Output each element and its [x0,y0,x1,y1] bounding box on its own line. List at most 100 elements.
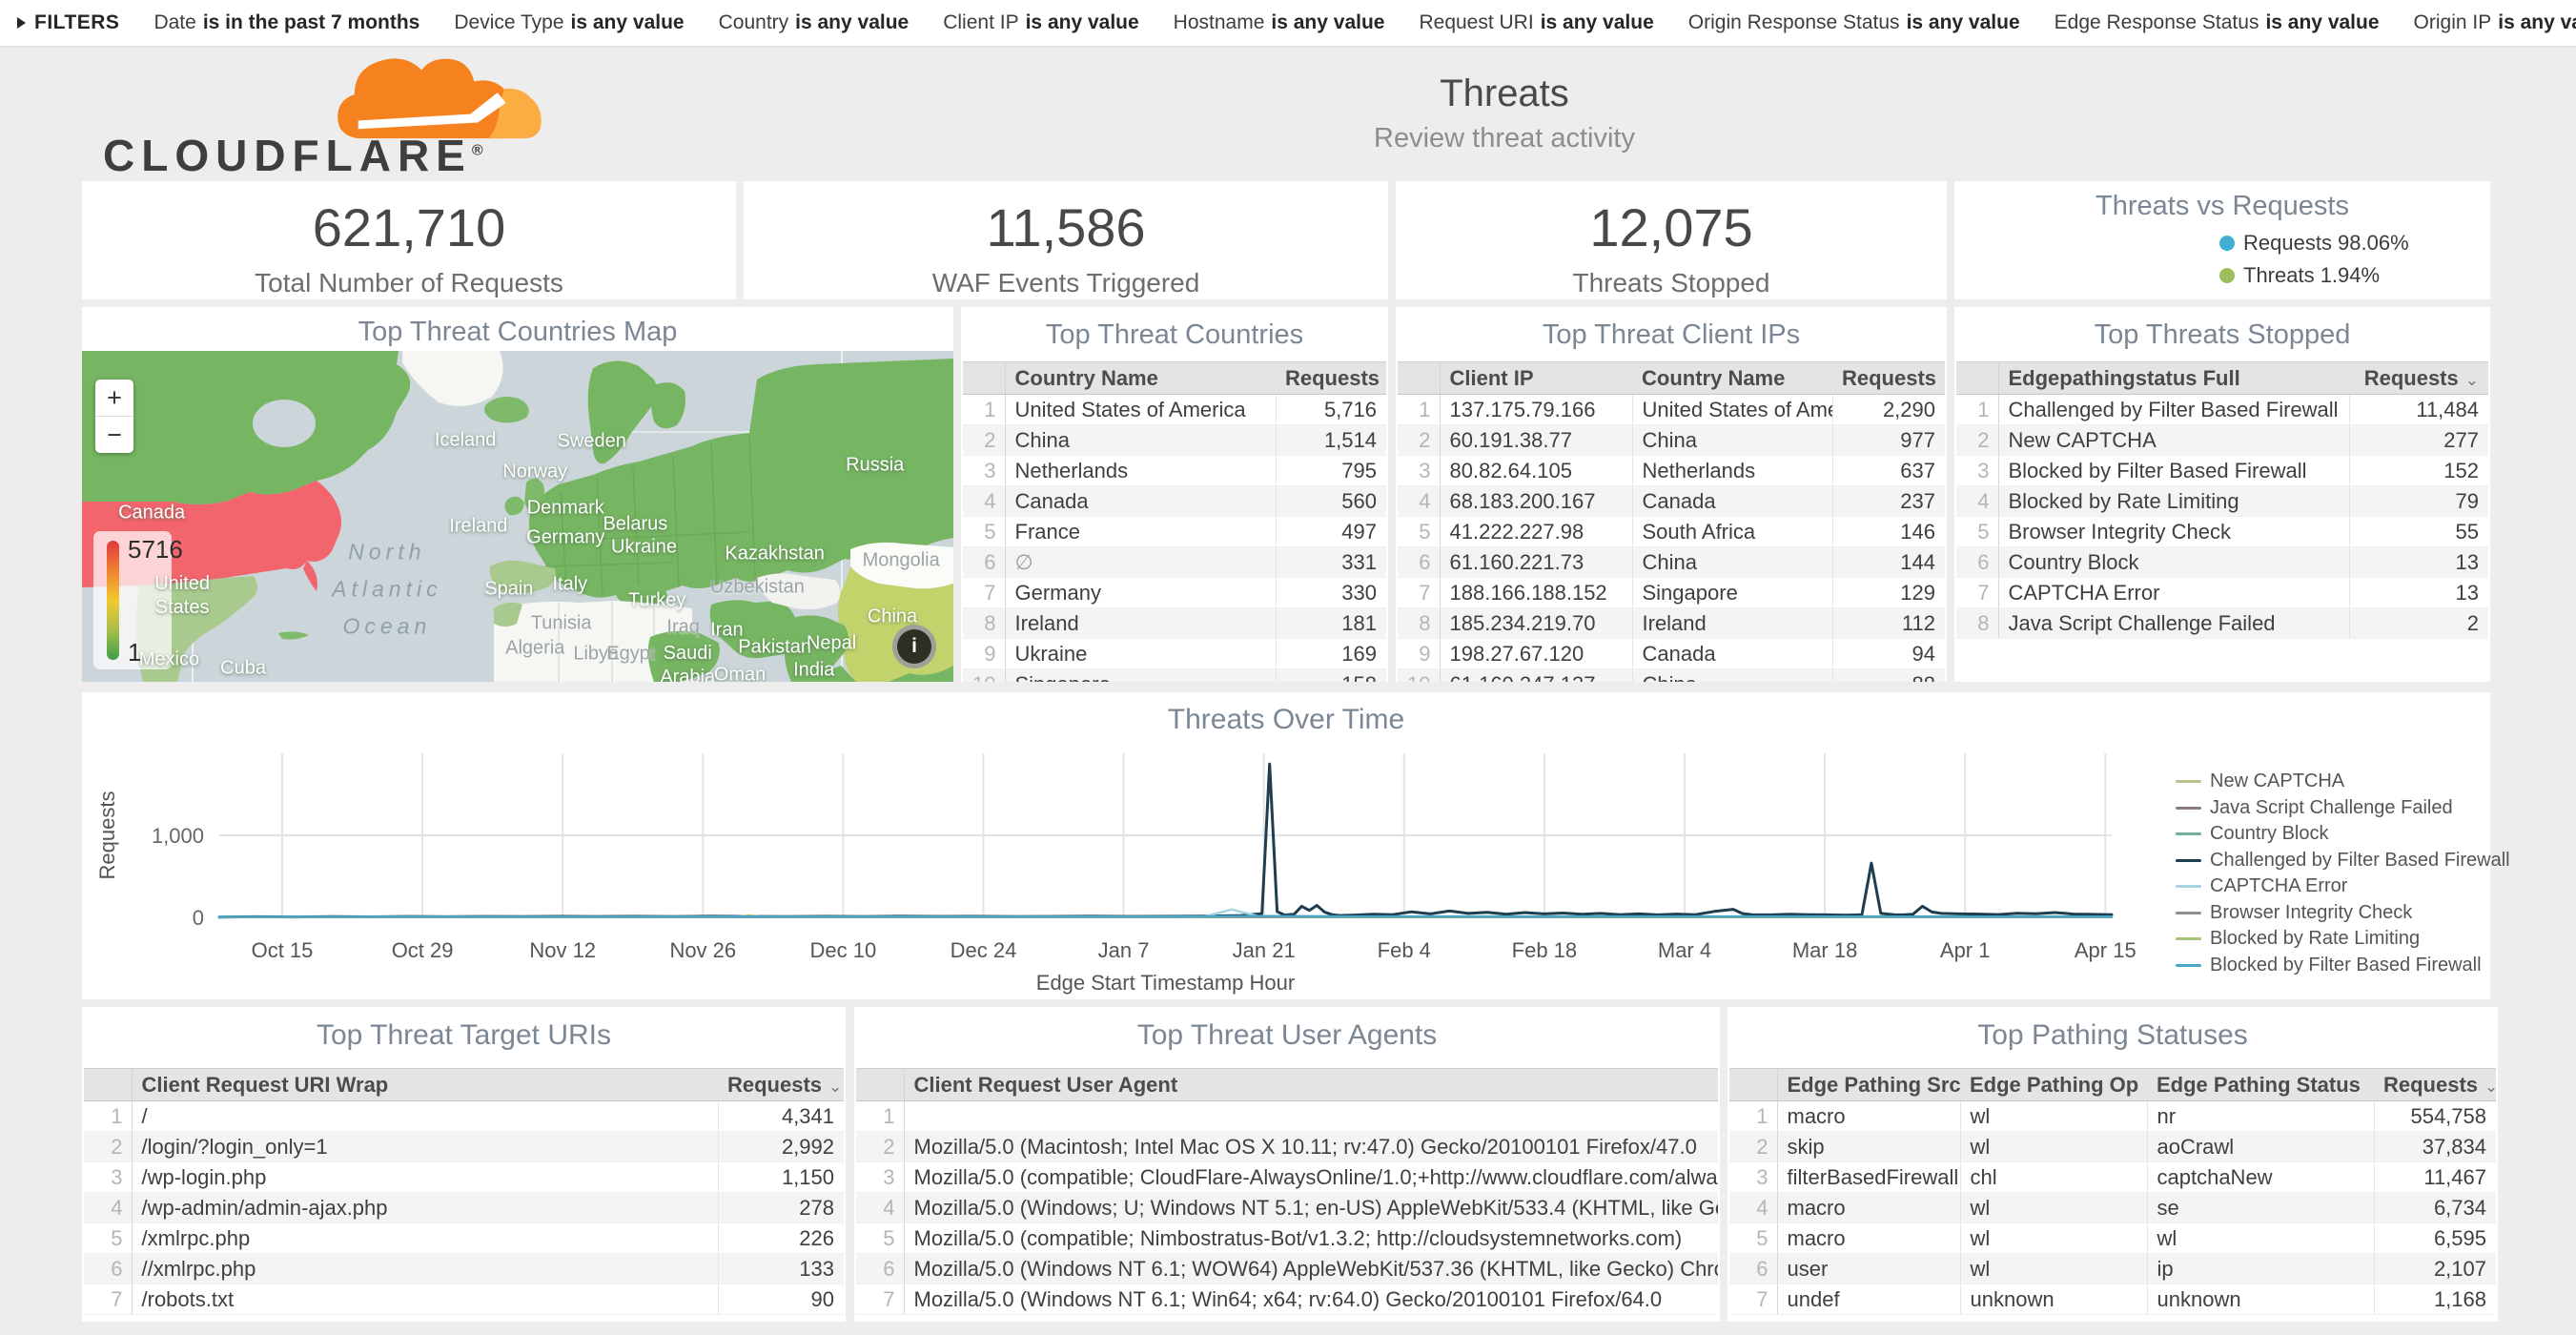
x-tick-label: Mar 4 [1658,938,1711,962]
data-table: Client Request URI WrapRequests⌄1/4,3412… [84,1068,844,1315]
table-cell: Mozilla/5.0 (Windows NT 6.1; Win64; x64;… [904,1284,1718,1315]
series-line [219,764,2112,917]
table-cell: 4,341 [718,1101,844,1132]
table-cell: chl [1960,1162,2147,1193]
table-cell: ∅ [1005,547,1276,578]
column-header[interactable]: Client Request URI Wrap [132,1069,718,1101]
column-header[interactable]: Country Name [1632,362,1832,395]
column-header[interactable]: Requests⌄ [1832,362,1945,395]
filter-field-label: Edge Response Status [2055,11,2259,33]
chart-legend-item: Country Block [2176,823,2510,845]
table-row: 7188.166.188.152Singapore129 [1398,578,1945,608]
waf-events-value: 11,586 [744,196,1388,258]
table-row: 468.183.200.167Canada237 [1398,486,1945,517]
table-cell: 152 [2349,456,2488,486]
column-header[interactable]: Edge Pathing Status [2147,1069,2374,1101]
filters-toggle[interactable]: FILTERS [17,11,119,34]
column-header[interactable]: Client IP [1440,362,1632,395]
table-cell: 6,734 [2374,1193,2496,1223]
table-row: 5macrowlwl6,595 [1729,1223,2496,1254]
table-cell: 13 [2349,578,2488,608]
table-cell: Ireland [1632,608,1832,639]
table-row: 7Germany330 [963,578,1386,608]
table-cell: undef [1777,1284,1960,1315]
table-cell: skip [1777,1132,1960,1162]
threats-stopped-table: Edgepathingstatus FullRequests⌄1Challeng… [1956,361,2488,682]
page-title: Threats [1314,72,1695,115]
column-header[interactable]: Edgepathingstatus Full [1998,362,2349,395]
map-zoom-out-button[interactable]: − [95,416,133,453]
filter-field-label: Device Type [454,11,563,33]
filter-item[interactable]: Countryis any value [719,11,910,34]
table-row: 3Blocked by Filter Based Firewall152 [1956,456,2488,486]
filter-bar: FILTERS Dateis in the past 7 months Devic… [0,0,2576,48]
chart-legend-item: Blocked by Rate Limiting [2176,928,2510,950]
table-cell: wl [1960,1193,2147,1223]
column-header[interactable]: Requests⌄ [718,1069,844,1101]
threats-vs-requests-title: Threats vs Requests [1954,181,2490,222]
series-line [219,916,2112,917]
chart-legend-label: Browser Integrity Check [2210,902,2412,924]
map-zoom-in-button[interactable]: + [95,380,133,416]
user-agents-table-title: Top Threat User Agents [854,1007,1720,1052]
panel-top-threat-target-uris: Top Threat Target URIs Client Request UR… [82,1007,846,1322]
table-cell: unknown [2147,1284,2374,1315]
filter-item[interactable]: Device Typeis any value [454,11,684,34]
row-index: 2 [1729,1132,1777,1162]
filter-item[interactable]: Hostnameis any value [1174,11,1385,34]
filter-item[interactable]: Origin IPis any value [2414,11,2576,34]
sort-chevron-icon[interactable]: ⌄ [2484,1078,2496,1096]
table-row: 1/4,341 [84,1101,844,1132]
table-cell: Ireland [1005,608,1276,639]
table-cell: /robots.txt [132,1284,718,1315]
table-row: 6Country Block13 [1956,547,2488,578]
column-header[interactable]: Edge Pathing Op [1960,1069,2147,1101]
row-index: 1 [1729,1101,1777,1132]
table-cell: macro [1777,1101,1960,1132]
row-index: 4 [1729,1193,1777,1223]
tvr-legend-label: Requests 98.06% [2243,231,2409,256]
x-tick-label: Nov 12 [529,938,596,962]
sort-chevron-icon[interactable]: ⌄ [828,1078,842,1096]
column-header[interactable]: Requests⌄ [2374,1069,2496,1101]
world-map[interactable]: + − 5716 1 i CanadaUnited StatesMexicoCu… [82,351,953,682]
row-index: 7 [963,578,1005,608]
table-cell: 554,758 [2374,1101,2496,1132]
column-header[interactable]: Requests⌄ [2349,362,2488,395]
filter-item[interactable]: Request URI is any value [1419,11,1653,34]
table-row: 6∅331 [963,547,1386,578]
column-header[interactable]: Edge Pathing Src [1777,1069,1960,1101]
filter-item[interactable]: Client IPis any value [943,11,1138,34]
column-header[interactable]: Requests⌄ [1276,362,1386,395]
row-index: 4 [1398,486,1440,517]
threats-over-time-chart[interactable]: Oct 15Oct 29Nov 12Nov 26Dec 10Dec 24Jan … [82,692,2490,999]
map-info-icon[interactable]: i [892,625,936,668]
table-row: 10Singapore158 [963,669,1386,683]
sort-chevron-icon[interactable]: ⌄ [1943,371,1945,389]
table-cell: 61.160.247.137 [1440,669,1632,683]
filter-value: is any value [1541,11,1654,33]
table-cell: Mozilla/5.0 (Windows; U; Windows NT 5.1;… [904,1193,1718,1223]
chart-legend-label: Country Block [2210,823,2329,845]
x-tick-label: Nov 26 [669,938,736,962]
filter-item[interactable]: Origin Response Statusis any value [1688,11,2020,34]
column-header[interactable]: Client Request User Agent [904,1069,1718,1101]
filter-field-label: Request URI [1419,11,1533,33]
table-row: 1Challenged by Filter Based Firewall11,4… [1956,395,2488,425]
filter-item[interactable]: Edge Response Statusis any value [2055,11,2380,34]
threats-stopped-value: 12,075 [1396,196,1947,258]
data-table: Client Request User Agent12Mozilla/5.0 (… [856,1068,1718,1315]
threats-stopped-table-title: Top Threats Stopped [1954,307,2490,351]
table-cell: South Africa [1632,517,1832,547]
column-header[interactable]: Country Name [1005,362,1276,395]
table-row: 6//xmlrpc.php133 [84,1254,844,1284]
row-index: 6 [84,1254,132,1284]
table-cell: 68.183.200.167 [1440,486,1632,517]
panel-total-requests: 621,710 Total Number of Requests [82,181,736,299]
table-cell: 2 [2349,608,2488,639]
row-index: 7 [1729,1284,1777,1315]
sort-chevron-icon[interactable]: ⌄ [2465,371,2479,389]
filter-item[interactable]: Dateis in the past 7 months [153,11,419,34]
row-index: 2 [84,1132,132,1162]
table-row: 1061.160.247.137China88 [1398,669,1945,683]
